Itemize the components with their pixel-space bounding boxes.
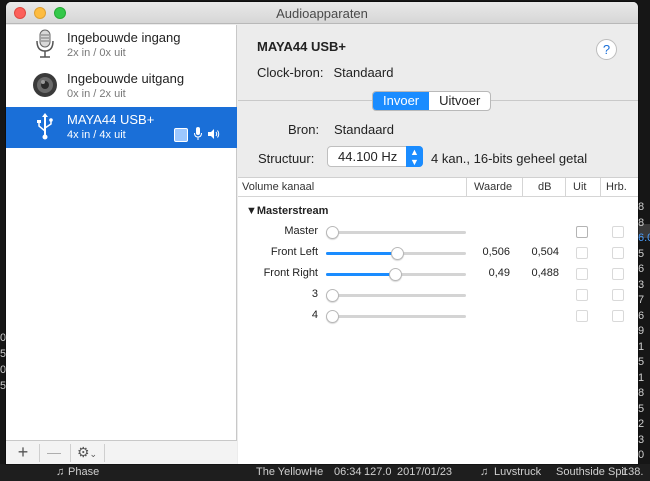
playthrough-checkbox[interactable] bbox=[612, 226, 624, 238]
clock-source: Clock-bron: Standaard bbox=[257, 65, 393, 80]
device-item-builtin-output[interactable]: Ingebouwde uitgang 0x in / 2x uit bbox=[6, 66, 237, 107]
device-list: Ingebouwde ingang 2x in / 0x uit Ingebou… bbox=[6, 25, 237, 464]
volume-table: Volume kanaal Waarde dB Uit Hrb. ▼Master… bbox=[238, 177, 638, 464]
table-row: 4 bbox=[238, 306, 638, 327]
speaker-icon bbox=[32, 70, 58, 100]
mute-checkbox[interactable] bbox=[576, 247, 588, 259]
microphone-small-icon bbox=[194, 126, 202, 144]
column-divider bbox=[522, 178, 523, 197]
volume-slider[interactable] bbox=[326, 268, 466, 281]
volume-slider-fill bbox=[326, 273, 395, 276]
music-note-icon: ♫ bbox=[480, 466, 489, 478]
volume-value: 0,49 bbox=[488, 267, 510, 279]
background-track-row: ♫ Phase The YellowHe 06:34 127.0 2017/01… bbox=[0, 464, 650, 481]
channel-label: Front Left bbox=[270, 246, 318, 258]
volume-slider[interactable] bbox=[326, 289, 466, 302]
column-header-volume[interactable]: Volume kanaal bbox=[242, 181, 314, 193]
playthrough-checkbox[interactable] bbox=[612, 289, 624, 301]
device-channels: 0x in / 2x uit bbox=[67, 88, 126, 100]
help-button[interactable]: ? bbox=[596, 39, 617, 60]
format-label: Structuur: bbox=[258, 151, 315, 166]
volume-slider[interactable] bbox=[326, 310, 466, 323]
source-value: Standaard bbox=[334, 122, 394, 137]
device-name: MAYA44 USB+ bbox=[67, 112, 155, 127]
column-divider bbox=[466, 178, 467, 197]
column-header-mute[interactable]: Uit bbox=[573, 181, 586, 193]
source-label: Bron: bbox=[288, 122, 320, 137]
column-divider bbox=[565, 178, 566, 197]
device-status-icons bbox=[174, 126, 220, 144]
window-title: Audioapparaten bbox=[276, 6, 368, 21]
playthrough-checkbox[interactable] bbox=[612, 268, 624, 280]
playthrough-checkbox[interactable] bbox=[612, 310, 624, 322]
tab-output[interactable]: Uitvoer bbox=[429, 92, 490, 110]
gear-menu-button[interactable]: ⚙⌄ bbox=[72, 443, 102, 463]
format-description: 4 kan., 16-bits geheel getal bbox=[431, 151, 588, 166]
volume-value: 0,506 bbox=[482, 246, 510, 258]
gear-icon: ⚙ bbox=[76, 444, 90, 460]
table-row: 3 bbox=[238, 285, 638, 306]
channel-label: Master bbox=[284, 225, 318, 237]
microphone-icon bbox=[32, 29, 58, 59]
speaker-small-icon bbox=[208, 128, 220, 143]
volume-slider-knob[interactable] bbox=[389, 268, 402, 281]
remove-device-button[interactable]: — bbox=[39, 443, 69, 463]
device-title: MAYA44 USB+ bbox=[257, 39, 347, 54]
clock-source-value: Standaard bbox=[333, 65, 394, 80]
volume-slider[interactable] bbox=[326, 247, 466, 260]
toolbar-divider bbox=[104, 444, 105, 462]
tab-input[interactable]: Invoer bbox=[373, 92, 430, 110]
mute-checkbox[interactable] bbox=[576, 226, 588, 238]
playthrough-checkbox[interactable] bbox=[612, 247, 624, 259]
background-right-column: 8 8 6.0 5 6 3 7 6 9 1 5 1 8 5 2 3 0 bbox=[638, 201, 650, 461]
chevron-down-icon: ⌄ bbox=[89, 449, 98, 459]
device-detail-panel: MAYA44 USB+ ? Clock-bron: Standaard Invoe… bbox=[238, 25, 638, 464]
channel-label: 3 bbox=[311, 288, 318, 300]
group-masterstream[interactable]: ▼Masterstream bbox=[246, 205, 328, 217]
volume-slider-knob[interactable] bbox=[326, 289, 339, 302]
volume-slider-knob[interactable] bbox=[326, 226, 339, 239]
volume-db: 0,504 bbox=[531, 246, 559, 258]
table-header: Volume kanaal Waarde dB Uit Hrb. bbox=[238, 178, 638, 197]
column-header-db[interactable]: dB bbox=[538, 181, 551, 193]
column-header-value[interactable]: Waarde bbox=[474, 181, 512, 193]
volume-slider-knob[interactable] bbox=[326, 310, 339, 323]
stepper-arrows-icon: ▲ ▼ bbox=[406, 146, 423, 167]
mute-checkbox[interactable] bbox=[576, 268, 588, 280]
audio-devices-window: Audioapparaten Ingebouwde ingang 2x in /… bbox=[6, 2, 638, 464]
volume-slider[interactable] bbox=[326, 226, 466, 239]
device-name: Ingebouwde ingang bbox=[67, 30, 181, 45]
channel-label: Front Right bbox=[263, 267, 318, 279]
usb-icon bbox=[32, 111, 58, 141]
toolbar-divider bbox=[70, 444, 71, 462]
direction-tabs: Invoer Uitvoer bbox=[372, 91, 492, 111]
table-row: Master bbox=[238, 222, 638, 243]
mute-checkbox[interactable] bbox=[576, 289, 588, 301]
format-select-value: 44.100 Hz bbox=[338, 149, 398, 164]
column-divider bbox=[600, 178, 601, 197]
volume-slider-knob[interactable] bbox=[391, 247, 404, 260]
mute-checkbox[interactable] bbox=[576, 310, 588, 322]
format-select[interactable]: 44.100 Hz ▲ ▼ bbox=[327, 146, 423, 167]
channel-label: 4 bbox=[311, 309, 318, 321]
device-channels: 4x in / 4x uit bbox=[67, 129, 126, 141]
add-device-button[interactable]: + bbox=[8, 443, 38, 463]
column-header-playthrough[interactable]: Hrb. bbox=[606, 181, 627, 193]
device-item-builtin-input[interactable]: Ingebouwde ingang 2x in / 0x uit bbox=[6, 25, 237, 66]
device-channels: 2x in / 0x uit bbox=[67, 47, 126, 59]
volume-slider-fill bbox=[326, 252, 397, 255]
device-list-toolbar: + — ⚙⌄ bbox=[6, 440, 237, 464]
device-name: Ingebouwde uitgang bbox=[67, 71, 185, 86]
finder-icon bbox=[174, 128, 188, 142]
disclosure-triangle-icon: ▼ bbox=[246, 205, 257, 217]
title-bar: Audioapparaten bbox=[6, 2, 638, 24]
clock-source-label: Clock-bron: bbox=[257, 65, 324, 80]
device-item-maya44[interactable]: MAYA44 USB+ 4x in / 4x uit bbox=[6, 107, 237, 148]
table-row: Front Left 0,506 0,504 bbox=[238, 243, 638, 264]
music-note-icon: ♫ bbox=[56, 466, 65, 478]
table-row: Front Right 0,49 0,488 bbox=[238, 264, 638, 285]
volume-db: 0,488 bbox=[531, 267, 559, 279]
